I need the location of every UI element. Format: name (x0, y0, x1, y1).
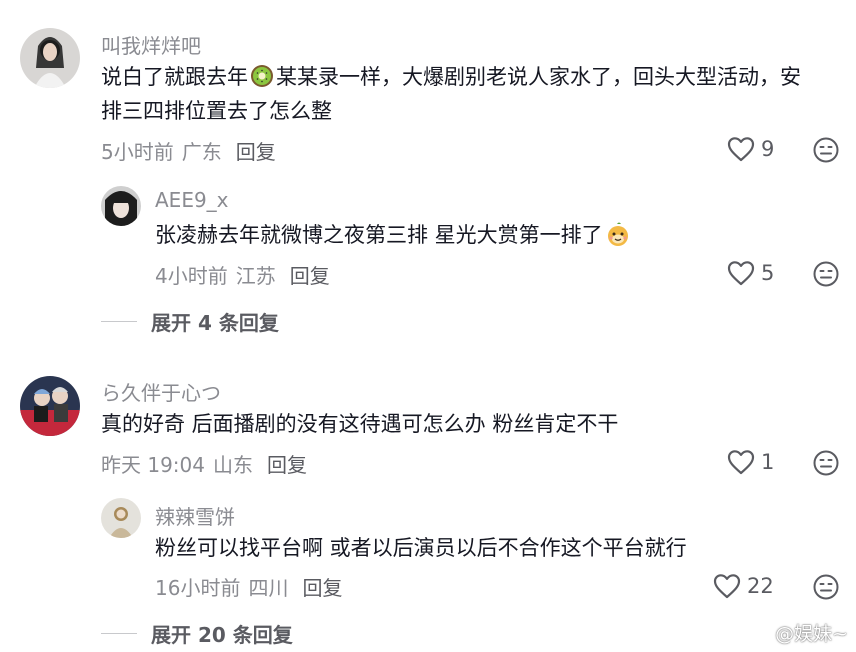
reply-button[interactable]: 回复 (302, 576, 342, 600)
reply-button[interactable]: 回复 (236, 140, 276, 164)
like-count: 1 (761, 450, 775, 474)
expand-replies-button[interactable]: 展开 4 条回复 (101, 307, 279, 336)
weibo-logo-icon (742, 622, 770, 644)
heart-icon (727, 137, 755, 162)
timestamp: 5小时前 (101, 140, 174, 164)
like-count: 22 (747, 574, 774, 598)
location: 山东 (213, 453, 253, 477)
heart-icon (727, 261, 755, 286)
username[interactable]: 辣辣雪饼 (155, 501, 235, 530)
dislike-face-icon[interactable] (813, 261, 839, 287)
watermark-text: @娱妹~ (775, 623, 848, 645)
avatar[interactable] (101, 186, 141, 226)
username[interactable]: 叫我烊烊吧 (101, 30, 201, 59)
like-count: 9 (761, 137, 775, 161)
reply-text: 张凌赫去年就微博之夜第三排 星光大赏第一排了 (155, 218, 815, 252)
expand-label: 展开 20 条回复 (151, 623, 293, 647)
comment-meta: 昨天 19:04 山东 回复 (101, 449, 307, 478)
comment-text: 说白了就跟去年 某某录一样，大爆剧别老说人家水了，回头大型活动，安排三四排位置去了… (101, 60, 821, 128)
watermark: @娱妹~ (741, 619, 848, 646)
expand-replies-button[interactable]: 展开 20 条回复 (101, 619, 293, 648)
reply-meta: 16小时前 四川 回复 (155, 572, 342, 601)
like-button[interactable]: 22 (713, 573, 774, 599)
divider (101, 321, 137, 322)
comment-meta: 5小时前 广东 回复 (101, 136, 276, 165)
username[interactable]: AEE9_x (155, 188, 229, 212)
location: 江苏 (235, 264, 276, 288)
like-button[interactable]: 1 (727, 449, 774, 475)
reply-text: 粉丝可以找平台啊 或者以后演员以后不合作这个平台就行 (155, 536, 687, 560)
reply-text-content: 张凌赫去年就微博之夜第三排 星光大赏第一排了 (155, 223, 603, 247)
heart-icon (713, 574, 741, 599)
like-button[interactable]: 5 (727, 260, 774, 286)
smug-dog-emoji (605, 221, 631, 247)
heart-icon (727, 450, 755, 475)
location: 四川 (248, 576, 289, 600)
dislike-face-icon[interactable] (813, 574, 839, 600)
timestamp: 4小时前 (155, 264, 228, 288)
comment-text: 真的好奇 后面播剧的没有这待遇可怎么办 粉丝肯定不干 (101, 412, 619, 436)
username[interactable]: ら久伴于心つ (101, 377, 221, 406)
like-button[interactable]: 9 (727, 136, 774, 162)
divider (101, 633, 137, 634)
expand-label: 展开 4 条回复 (151, 311, 279, 335)
dislike-face-icon[interactable] (813, 137, 839, 163)
comment-text-part: 说白了就跟去年 (101, 65, 248, 89)
timestamp: 16小时前 (155, 576, 241, 600)
location: 广东 (181, 140, 222, 164)
dislike-face-icon[interactable] (813, 450, 839, 476)
avatar[interactable] (20, 28, 80, 88)
kiwi-icon (250, 64, 274, 88)
avatar[interactable] (101, 498, 141, 538)
reply-button[interactable]: 回复 (290, 264, 330, 288)
avatar[interactable] (20, 376, 80, 436)
reply-button[interactable]: 回复 (267, 453, 307, 477)
like-count: 5 (761, 261, 775, 285)
timestamp: 昨天 19:04 (101, 453, 205, 477)
reply-meta: 4小时前 江苏 回复 (155, 260, 330, 289)
